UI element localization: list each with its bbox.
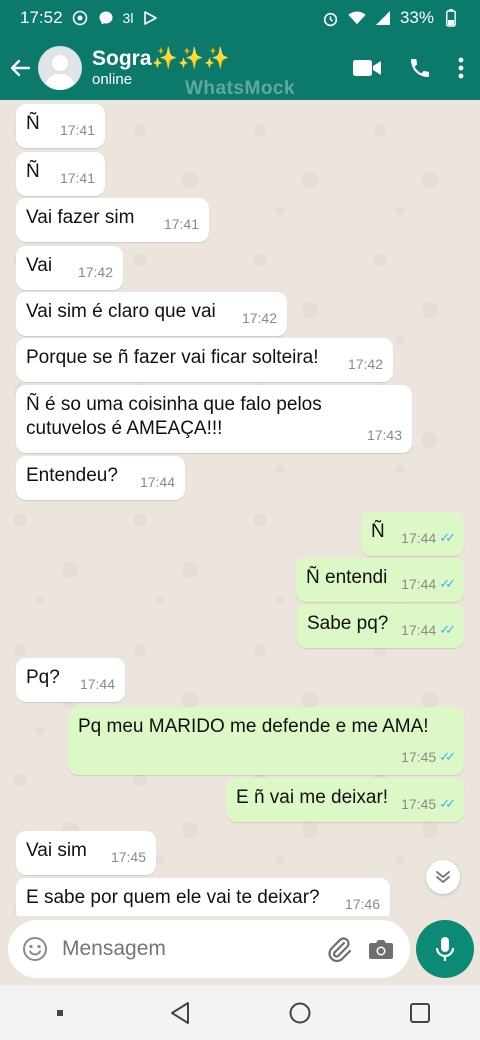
battery-level: 33% [399, 8, 434, 27]
message-text: Pq meu MARIDO me defende e me AMA! [78, 716, 429, 737]
message-time: 17:42 [77, 264, 113, 280]
back-arrow-icon[interactable] [2, 48, 38, 88]
emoji-icon[interactable] [20, 934, 50, 964]
message-bubble[interactable]: Ñ 17:41 [16, 104, 105, 148]
message-bubble[interactable]: Ñ é so uma coisinha que falo pelos cutuv… [16, 385, 412, 453]
whatsapp-icon [71, 9, 89, 27]
play-icon [141, 9, 159, 27]
nav-overview-icon[interactable] [400, 993, 440, 1033]
message-bubble[interactable]: Porque se ñ fazer vai ficar solteira! 17… [16, 338, 393, 382]
message-time: 17:46 [344, 896, 380, 912]
message-time: 17:41 [59, 122, 95, 138]
message-text: Vai sim é claro que vai [26, 301, 216, 322]
message-bubble[interactable]: Ñ 17:44 ✓✓ [361, 512, 464, 556]
contact-name: Sogra✨✨✨ [92, 47, 230, 70]
message-time: 17:41 [163, 216, 199, 232]
message-bubble[interactable]: Vai fazer sim 17:41 [16, 198, 209, 242]
message-text: E sabe por quem ele vai te deixar? [26, 887, 320, 908]
status-time: 17:52 [20, 8, 63, 27]
messenger-icon [97, 9, 115, 27]
message-bubble[interactable]: E ñ vai me deixar! 17:45 ✓✓ [226, 778, 464, 822]
double-chevron-down-icon [436, 871, 450, 883]
message-bubble[interactable]: E sabe por quem ele vai te deixar? 17:46 [16, 878, 390, 916]
message-time: 17:42 [241, 310, 277, 326]
message-time: 17:45 [110, 849, 146, 865]
message-time: 17:45 [401, 749, 437, 765]
message-time: 17:44 [139, 474, 175, 490]
message-bubble[interactable]: Vai sim é claro que vai 17:42 [16, 292, 287, 336]
message-time: 17:44 [79, 676, 115, 692]
message-bubble[interactable]: Ñ 17:41 [16, 152, 105, 196]
message-bubble[interactable]: Pq? 17:44 [16, 658, 125, 702]
read-ticks-icon: ✓✓ [439, 749, 456, 764]
message-text: Porque se ñ fazer vai ficar solteira! [26, 347, 319, 368]
mic-icon [435, 937, 455, 961]
message-bubble[interactable]: Vai 17:42 [16, 246, 123, 290]
message-time: 17:43 [366, 427, 402, 443]
battery-icon [442, 9, 460, 27]
nav-home-icon[interactable] [280, 993, 320, 1033]
more-vert-icon[interactable] [458, 57, 464, 79]
wifi-icon [348, 9, 366, 27]
message-bubble[interactable]: Entendeu? 17:44 [16, 456, 185, 500]
chat-area[interactable]: Ñ 17:41 Ñ 17:41 Vai fazer sim 17:41 Vai … [0, 100, 480, 916]
message-time: 17:41 [59, 170, 95, 186]
avatar[interactable] [38, 46, 82, 90]
message-bubble[interactable]: Pq meu MARIDO me defende e me AMA! 17:45… [68, 707, 464, 775]
recents-dot-icon[interactable] [40, 993, 80, 1033]
message-composer [8, 920, 410, 978]
message-time: 17:42 [347, 356, 383, 372]
camera-icon[interactable] [364, 932, 398, 966]
message-time: 17:44 [401, 622, 437, 638]
message-time: 17:44 [401, 576, 437, 592]
message-bubble[interactable]: Sabe pq? 17:44 ✓✓ [297, 604, 464, 648]
read-ticks-icon: ✓✓ [439, 622, 456, 637]
cell-signal-icon [374, 9, 392, 27]
message-bubble[interactable]: Ñ entendi 17:44 ✓✓ [296, 558, 464, 602]
message-text: Ñ é so uma coisinha que falo pelos cutuv… [26, 394, 322, 439]
watermark: WhatsMock [185, 78, 296, 99]
android-nav-bar [0, 985, 480, 1040]
read-ticks-icon: ✓✓ [439, 530, 456, 545]
message-bubble[interactable]: Vai sim 17:45 [16, 831, 156, 875]
scroll-down-button[interactable] [426, 860, 460, 894]
alarm-icon [322, 9, 340, 27]
chat-header: Sogra✨✨✨ online WhatsMock [0, 36, 480, 100]
attach-icon[interactable] [322, 932, 356, 966]
message-time: 17:45 [401, 796, 437, 812]
read-ticks-icon: ✓✓ [439, 576, 456, 591]
message-time: 17:44 [401, 530, 437, 546]
signal-text: 3l [122, 10, 134, 26]
mic-button[interactable] [416, 920, 474, 978]
nav-back-icon[interactable] [160, 993, 200, 1033]
status-bar: 17:52 3l 33% [0, 0, 480, 36]
read-ticks-icon: ✓✓ [439, 796, 456, 811]
phone-icon[interactable] [408, 56, 432, 80]
message-input[interactable] [62, 937, 312, 961]
video-call-icon[interactable] [352, 58, 382, 78]
